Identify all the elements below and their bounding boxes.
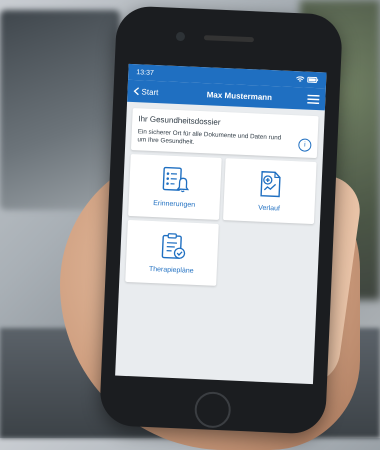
therapy-plan-icon xyxy=(157,230,188,261)
history-icon xyxy=(254,169,285,200)
info-card: Ihr Gesundheitsdossier Ein sicherer Ort … xyxy=(131,108,319,158)
info-card-text: Ein sicherer Ort für alle Dokumente und … xyxy=(137,128,288,150)
wifi-icon xyxy=(296,76,304,82)
home-button[interactable] xyxy=(194,391,232,429)
tile-history-label: Verlauf xyxy=(258,205,280,213)
tile-grid: Erinnerungen Verlauf xyxy=(125,154,316,290)
menu-button[interactable] xyxy=(295,94,319,104)
back-button[interactable]: Start xyxy=(133,87,183,98)
info-card-heading: Ihr Gesundheitsdossier xyxy=(138,114,312,131)
tile-therapy-plans-label: Therapiepläne xyxy=(149,266,194,275)
battery-icon xyxy=(307,77,318,83)
status-time: 13:37 xyxy=(136,69,154,77)
back-label: Start xyxy=(141,87,158,97)
tile-history[interactable]: Verlauf xyxy=(223,158,317,224)
background-laptop xyxy=(0,10,120,210)
page-title: Max Mustermann xyxy=(183,89,295,103)
hamburger-menu-icon xyxy=(307,94,319,104)
front-camera xyxy=(176,32,185,41)
chevron-left-icon xyxy=(133,87,139,95)
tile-reminders[interactable]: Erinnerungen xyxy=(128,154,222,220)
tile-reminders-label: Erinnerungen xyxy=(153,200,195,209)
smartphone: 13:37 Start Max Mustermann Ihr Gesundhei… xyxy=(99,5,343,434)
reminders-icon xyxy=(160,165,191,196)
earpiece-speaker xyxy=(204,35,254,42)
phone-screen: 13:37 Start Max Mustermann Ihr Gesundhei… xyxy=(115,64,326,384)
status-icons xyxy=(296,76,318,83)
info-icon[interactable]: i xyxy=(298,138,312,152)
tile-therapy-plans[interactable]: Therapiepläne xyxy=(125,220,219,286)
